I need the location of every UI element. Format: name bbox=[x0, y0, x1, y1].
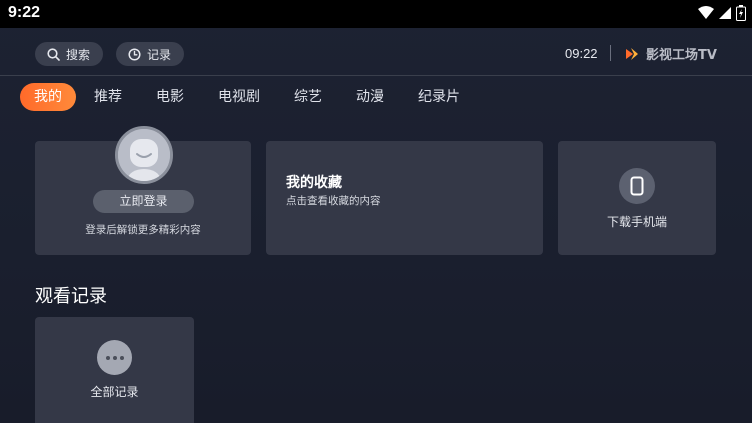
tab-documentary[interactable]: 纪录片 bbox=[402, 83, 476, 111]
phone-icon bbox=[630, 176, 644, 196]
search-button-label: 搜索 bbox=[66, 47, 91, 62]
status-time: 9:22 bbox=[8, 4, 41, 21]
tab-movies[interactable]: 电影 bbox=[140, 83, 200, 111]
history-button[interactable]: 记录 bbox=[116, 42, 184, 66]
clock: 09:22 bbox=[565, 46, 598, 61]
brand-logo: 影视工场TV bbox=[624, 44, 717, 63]
login-button[interactable]: 立即登录 bbox=[93, 190, 194, 213]
tab-mine[interactable]: 我的 bbox=[20, 83, 76, 111]
tab-anime[interactable]: 动漫 bbox=[340, 83, 400, 111]
all-history-label: 全部记录 bbox=[90, 385, 139, 399]
tab-tv-series[interactable]: 电视剧 bbox=[202, 83, 276, 111]
tab-recommended[interactable]: 推荐 bbox=[78, 83, 138, 111]
top-bar: 搜索 记录 09:22 影视工场TV bbox=[0, 28, 752, 76]
search-icon bbox=[47, 47, 60, 61]
favorites-subtitle: 点击查看收藏的内容 bbox=[286, 195, 381, 207]
status-bar: 9:22 bbox=[0, 0, 752, 28]
logo-icon bbox=[626, 47, 638, 60]
phone-icon-circle bbox=[619, 168, 655, 204]
user-avatar-icon bbox=[118, 129, 170, 181]
tab-variety[interactable]: 综艺 bbox=[278, 83, 338, 111]
history-button-label: 记录 bbox=[147, 47, 172, 62]
header-divider bbox=[0, 75, 752, 76]
login-subtitle: 登录后解锁更多精彩内容 bbox=[85, 224, 201, 236]
battery-icon bbox=[736, 5, 746, 21]
brand-name: 影视工场TV bbox=[646, 48, 717, 63]
avatar bbox=[115, 126, 173, 184]
wifi-icon bbox=[698, 6, 714, 19]
search-button[interactable]: 搜索 bbox=[35, 42, 103, 66]
divider bbox=[610, 45, 611, 61]
download-app-label: 下载手机端 bbox=[606, 215, 667, 229]
clock-icon bbox=[128, 47, 141, 61]
favorites-title: 我的收藏 bbox=[286, 175, 342, 191]
watch-history-title: 观看记录 bbox=[35, 286, 107, 307]
category-tabs: 我的 推荐 电影 电视剧 综艺 动漫 纪录片 bbox=[20, 83, 476, 111]
cell-signal-icon bbox=[719, 7, 731, 19]
more-icon bbox=[97, 340, 132, 375]
